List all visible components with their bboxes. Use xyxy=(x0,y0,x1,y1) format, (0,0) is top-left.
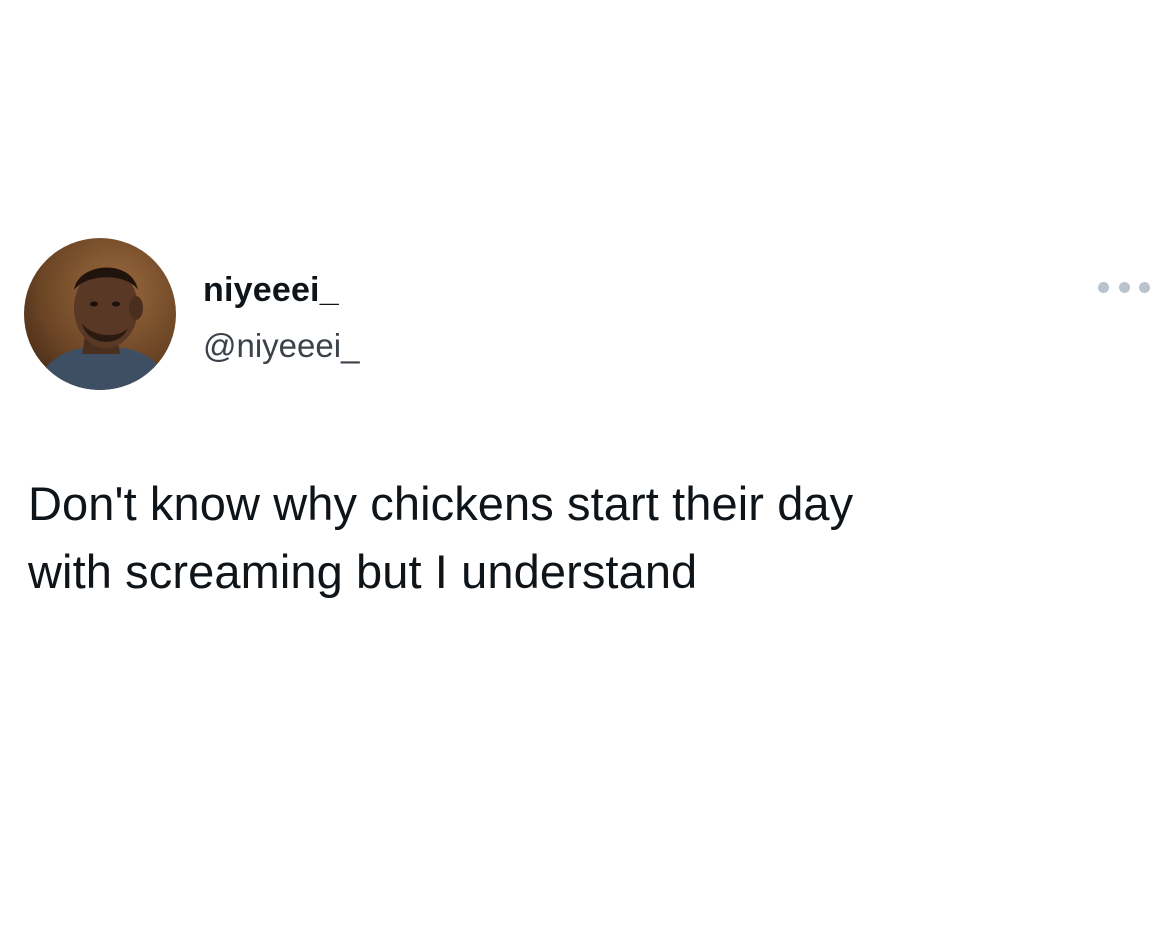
more-dot xyxy=(1118,281,1130,293)
more-dot xyxy=(1098,281,1109,293)
tweet-text: Don't know why chickens start their day … xyxy=(28,477,854,598)
more-dot xyxy=(1139,281,1150,293)
tweet-card: niyeeei_ @niyeeei_ Don't know why chicke… xyxy=(0,0,1170,948)
avatar-photo xyxy=(24,238,176,390)
author-display-name[interactable]: niyeeei_ xyxy=(203,271,339,310)
author-avatar[interactable] xyxy=(24,238,176,390)
author-handle[interactable]: @niyeeei_ xyxy=(203,327,359,365)
more-options-icon[interactable] xyxy=(1098,276,1150,298)
